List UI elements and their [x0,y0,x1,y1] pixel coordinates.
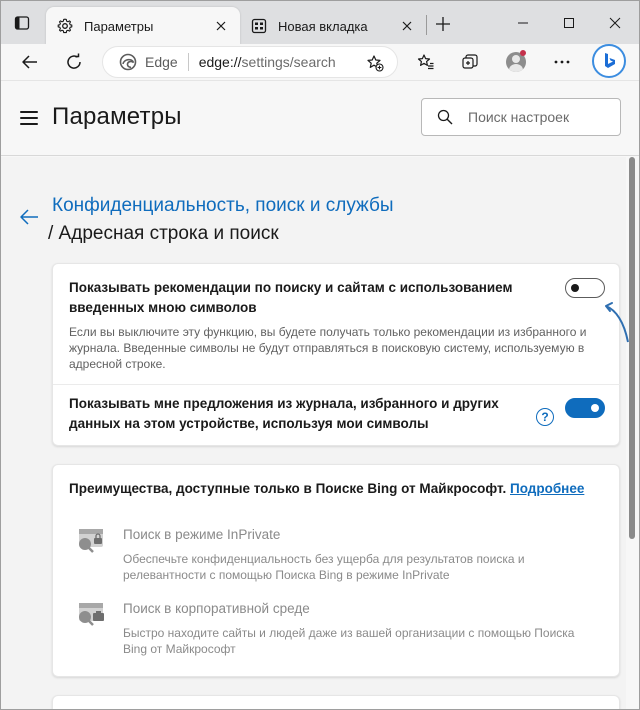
refresh-icon [67,53,81,69]
learn-more-link[interactable]: Подробнее [510,481,584,496]
tab-new-tab[interactable]: Новая вкладка [240,7,426,45]
enterprise-desc-line2: Bing от Майкрософт [123,642,236,656]
address-bar[interactable]: Edge edge://settings/search [102,46,398,78]
breadcrumb-parent-link[interactable]: Конфиденциальность, поиск и службы [52,195,394,217]
settings-content: Конфиденциальность, поиск и службы / Адр… [0,157,626,710]
close-window-button[interactable] [600,11,630,35]
back-to-privacy-button[interactable] [18,207,40,227]
address-separator [187,53,189,71]
enterprise-feature-description: Быстро находите сайты и людей даже из ва… [123,625,593,657]
bing-benefits-intro: Преимущества, доступные только в Поиске … [69,481,507,496]
suggestions-desc-line3: адресной строке. [69,357,166,371]
bing-logo-icon [605,53,615,68]
edge-brand-label: Edge [145,54,178,70]
scrollbar-thumb[interactable] [629,157,635,539]
inprivate-feature-description: Обеспечьте конфиденциальность без ущерба… [123,551,593,583]
tab-separator [426,15,427,35]
inprivate-desc-line1: Обеспечьте конфиденциальность без ущерба… [123,552,525,566]
back-button[interactable] [16,48,44,76]
tab-title: Параметры [84,18,154,34]
collections-button[interactable] [456,48,484,76]
breadcrumb-current: / Адресная строка и поиск [48,223,279,244]
tab-settings[interactable]: Параметры [46,7,240,45]
maximize-icon [564,18,574,28]
bing-benefits-card: Преимущества, доступные только в Поиске … [52,464,620,677]
tab-actions-button[interactable] [12,13,32,33]
collections-icon [462,54,478,69]
suggestions-title-line2: введенных мною символов [69,300,257,315]
next-settings-card [52,695,620,710]
inprivate-feature-title: Поиск в режиме InPrivate [123,527,281,542]
suggestions-title-line1: Показывать рекомендации по поиску и сайт… [69,280,513,295]
history-suggestions-toggle[interactable] [565,398,605,418]
gear-icon [56,17,74,35]
new-tab-button[interactable] [430,13,456,35]
bing-button[interactable] [592,44,626,78]
plus-icon [436,17,450,31]
close-icon[interactable] [398,17,416,35]
history-title-line2: данных на этом устройстве, используя мои… [69,416,429,431]
inprivate-search-icon [75,525,109,555]
arrow-left-icon [22,55,37,69]
menu-button[interactable] [20,111,38,125]
close-icon [609,17,621,29]
inprivate-desc-line2: релевантности с помощью Поиска Bing в ре… [123,568,450,582]
minimize-icon [518,22,528,24]
page-title: Параметры [52,103,182,130]
tab-actions-icon [14,16,30,30]
suggestions-desc-line2: журнала. Введенные символы не будут отпр… [69,341,585,355]
suggestions-setting-title: Показывать рекомендации по поиску и сайт… [69,278,512,318]
arrow-left-icon [20,209,38,225]
suggestions-desc-line1: Если вы выключите эту функцию, вы будете… [69,325,587,339]
maximize-button[interactable] [554,11,584,35]
add-favorite-button[interactable] [365,53,385,73]
history-title-line1: Показывать мне предложения из журнала, и… [69,396,499,411]
refresh-button[interactable] [60,48,88,76]
annotation-arrow-icon [605,302,629,343]
tab-title: Новая вкладка [278,18,368,34]
favorites-button[interactable] [412,48,440,76]
search-placeholder: Поиск настроек [468,109,570,125]
search-icon [436,108,454,126]
browser-toolbar: Edge edge://settings/search [0,44,640,80]
history-suggestions-title: Показывать мне предложения из журнала, и… [69,394,499,434]
bing-benefits-text: Преимущества, доступные только в Поиске … [69,481,584,496]
enterprise-desc-line1: Быстро находите сайты и людей даже из ва… [123,626,575,640]
more-options-button[interactable] [548,48,576,76]
url-scheme: edge:// [198,54,242,70]
suggestions-setting-description: Если вы выключите эту функцию, вы будете… [69,324,586,372]
new-tab-page-icon [250,17,268,35]
page-scrollbar[interactable] [628,157,636,710]
tab-strip: Параметры Новая вкладка [0,0,640,45]
card-divider [53,384,621,385]
star-add-icon [367,55,384,72]
search-input[interactable]: Поиск настроек [421,98,621,136]
enterprise-feature-title: Поиск в корпоративной среде [123,601,310,616]
help-icon[interactable]: ? [536,408,554,426]
minimize-button[interactable] [508,11,538,35]
edge-logo-icon [119,53,137,71]
url-path: settings/search [241,54,336,70]
settings-header: Параметры Поиск настроек [0,80,640,156]
notification-dot [520,50,526,56]
more-horizontal-icon [554,60,570,64]
close-icon[interactable] [212,17,230,35]
favorites-icon [417,54,434,70]
search-suggestions-card: Показывать рекомендации по поиску и сайт… [52,263,621,446]
enterprise-search-icon [75,599,109,629]
